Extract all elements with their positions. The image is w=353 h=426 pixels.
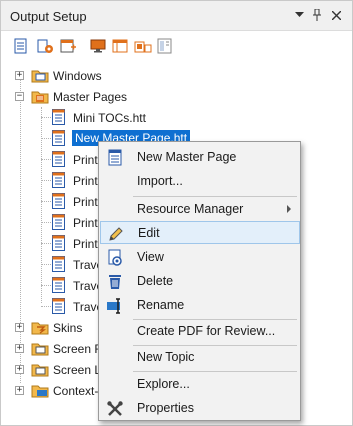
screen-folder-icon [31,339,49,360]
menu-item-label: Delete [137,274,174,288]
properties-icon [106,400,124,418]
menu-item-explore[interactable]: Explore... [100,373,300,396]
context-menu: New Master Page Import... Resource Manag… [98,141,301,421]
menu-item-rename[interactable]: Rename [100,294,300,317]
screen-folder-icon [31,360,49,381]
context-folder-icon [31,381,49,402]
rename-icon [106,297,124,315]
menu-item-label: View [137,250,164,264]
master-page-file-icon [51,277,67,297]
menu-item-label: New Topic [137,350,195,364]
menu-item-edit[interactable]: Edit [100,221,300,244]
master-pages-folder-icon [31,87,49,108]
tree-node-label: Screen L [53,363,102,377]
collapse-toggle[interactable]: − [15,92,24,101]
master-page-file-icon [51,256,67,276]
master-page-file-icon [51,235,67,255]
pencil-icon [107,225,125,243]
tree-node-label: Windows [53,69,102,83]
stylesheet-icon[interactable] [156,37,174,55]
new-skin-icon[interactable] [36,37,54,55]
expand-toggle[interactable]: + [15,365,24,374]
trash-icon [106,273,124,291]
menu-item-import[interactable]: Import... [100,170,300,193]
browser-settings-icon[interactable] [111,37,129,55]
output-setup-panel: Output Setup + Windows − Master Pages Mi… [0,0,353,426]
view-icon [106,249,124,267]
tree-node-label: Print [73,195,98,209]
master-page-file-icon [51,214,67,234]
tree-node-label: Mini TOCs.htt [73,111,146,125]
menu-item-label: Rename [137,298,185,312]
master-page-file-icon [51,109,67,129]
menu-item-properties[interactable]: Properties [100,397,300,420]
menu-item-view[interactable]: View [100,246,300,269]
master-page-file-icon [51,130,67,150]
tree-node-label: Screen F [53,342,102,356]
tree-node-label: Master Pages [53,90,128,104]
menu-item-delete[interactable]: Delete [100,270,300,293]
pin-dropdown-icon[interactable] [291,7,307,23]
submenu-arrow-icon [287,205,291,213]
tree-node-label: Print [73,174,98,188]
master-page-file-icon [51,151,67,171]
menu-item-label: Edit [138,226,160,240]
menu-item-new-topic[interactable]: New Topic [100,346,300,369]
panel-titlebar: Output Setup [1,1,352,31]
new-target-icon[interactable] [13,37,31,55]
expand-toggle[interactable]: + [15,344,24,353]
menu-item-label: Resource Manager [137,202,244,216]
new-master-page-icon [106,149,124,167]
expand-toggle[interactable]: + [15,323,24,332]
master-page-file-icon [51,298,67,318]
tree-node-label: Print [73,216,98,230]
tree-node-label: Print [73,153,98,167]
menu-item-label: Properties [137,401,194,415]
skins-folder-icon [31,318,49,339]
expand-toggle[interactable]: + [15,386,24,395]
close-icon[interactable] [328,7,344,23]
toolbar [1,33,352,59]
panel-title: Output Setup [10,9,87,24]
menu-item-label: Explore... [137,377,190,391]
menu-item-label: Create PDF for Review... [137,324,276,338]
multi-device-icon[interactable] [134,37,152,55]
menu-item-create-pdf[interactable]: Create PDF for Review... [100,320,300,343]
menu-separator [133,371,297,372]
monitor-icon[interactable] [89,37,107,55]
menu-item-resource-manager[interactable]: Resource Manager [100,198,300,221]
menu-item-label: New Master Page [137,150,237,164]
new-page-layout-icon[interactable] [59,37,77,55]
expand-toggle[interactable]: + [15,71,24,80]
master-page-file-icon [51,172,67,192]
tree-node-label: Print [73,237,98,251]
master-page-file-icon [51,193,67,213]
pin-icon[interactable] [309,7,325,23]
menu-separator [133,196,297,197]
tree-node-label: Skins [53,321,83,335]
menu-item-label: Import... [137,174,183,188]
windows-folder-icon [31,66,49,87]
menu-item-new-master-page[interactable]: New Master Page [100,146,300,169]
